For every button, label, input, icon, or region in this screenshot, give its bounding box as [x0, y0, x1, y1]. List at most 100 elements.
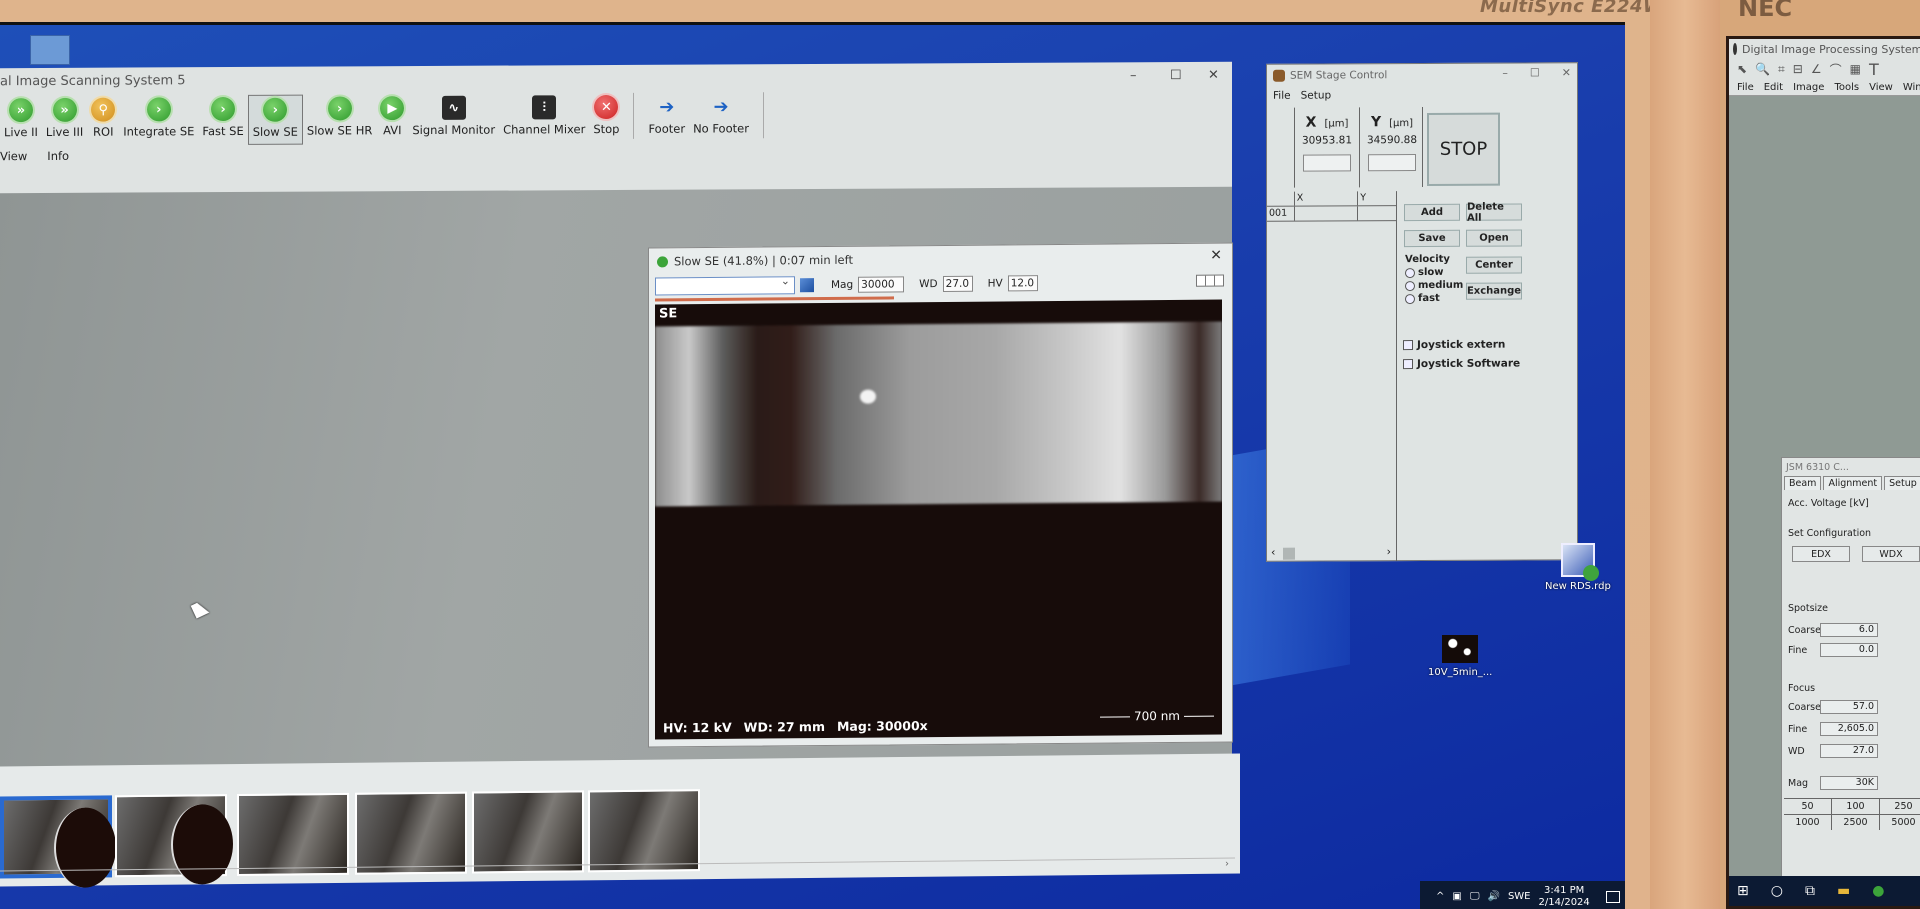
toolbar-button-channel-mixer[interactable]: ⫶ Channel Mixer — [499, 93, 589, 143]
menu-info[interactable]: Info — [47, 149, 69, 163]
app-running-icon[interactable]: ● — [1872, 883, 1884, 899]
edit-pen-icon[interactable] — [800, 278, 814, 293]
save-button[interactable]: Save — [1404, 229, 1460, 248]
network-icon[interactable]: 🖵 — [1470, 891, 1480, 902]
menu-setup[interactable]: Setup — [1301, 89, 1332, 101]
exchange-button[interactable]: Exchange — [1466, 282, 1522, 300]
mag-preset[interactable]: 1000 — [1784, 815, 1832, 830]
notification-icon[interactable] — [1605, 890, 1620, 903]
joystick-extern-checkbox[interactable]: Joystick extern — [1403, 339, 1505, 352]
mag-preset[interactable]: 2500 — [1832, 815, 1880, 830]
menu-window[interactable]: Wind — [1903, 82, 1920, 93]
text-tool-icon[interactable]: T — [1869, 60, 1879, 79]
clock[interactable]: 3:41 PM 2/14/2024 — [1539, 885, 1590, 909]
focus-fine-input[interactable]: 2,605.0 — [1820, 722, 1878, 736]
toolbar-button-live-ii[interactable]: » Live II — [0, 96, 42, 146]
image-tool-icon[interactable]: ▦ — [1850, 62, 1861, 76]
menu-edit[interactable]: Edit — [1764, 82, 1783, 93]
volume-icon[interactable]: 🔊 — [1487, 891, 1499, 902]
hv-input[interactable]: 12.0 — [1007, 275, 1038, 292]
delete-all-button[interactable]: Delete All — [1466, 201, 1522, 223]
tab-beam[interactable]: Beam — [1784, 476, 1822, 490]
thumbnail-4[interactable] — [355, 791, 467, 875]
mag-preset[interactable]: 250 — [1880, 799, 1920, 814]
close-icon[interactable]: ✕ — [1210, 248, 1222, 264]
scroll-thumb[interactable] — [1283, 547, 1295, 560]
menu-view[interactable]: View — [1869, 82, 1893, 93]
grid-scrollbar[interactable]: ‹ › — [1267, 545, 1397, 562]
y-input[interactable] — [1368, 154, 1416, 172]
joystick-software-checkbox[interactable]: Joystick Software — [1403, 357, 1520, 370]
mag-preset[interactable]: 100 — [1832, 799, 1880, 814]
toolbar-button-avi[interactable]: ▶ AVI — [376, 94, 408, 144]
spot-fine-input[interactable]: 0.0 — [1820, 643, 1878, 657]
meet-icon[interactable]: ▣ — [1452, 891, 1461, 902]
tab-alignment[interactable]: Alignment — [1823, 476, 1883, 490]
toolbar-button-fast-se[interactable]: › Fast SE — [198, 95, 247, 145]
mag-input[interactable]: 30000 — [858, 276, 905, 293]
focus-coarse-input[interactable]: 57.0 — [1820, 700, 1878, 714]
crop-tool-icon[interactable]: ⌗ — [1778, 62, 1785, 77]
wd-input[interactable]: 27.0 — [942, 275, 973, 292]
layout-toggle-icon[interactable] — [1196, 274, 1224, 287]
scroll-right-icon[interactable]: › — [1225, 859, 1229, 870]
velocity-slow-radio[interactable]: slow — [1405, 267, 1463, 278]
spot-coarse-input[interactable]: 6.0 — [1820, 623, 1878, 637]
task-view-icon[interactable]: ⧉ — [1805, 883, 1815, 899]
velocity-fast-radio[interactable]: fast — [1405, 293, 1463, 304]
mag-preset[interactable]: 50 — [1784, 799, 1832, 814]
desktop-icon-rdp[interactable]: New RDS.rdp — [1545, 543, 1611, 592]
minimize-button[interactable]: – — [1502, 67, 1508, 80]
toolbar-button-roi[interactable]: ⚲ ROI — [87, 96, 119, 146]
toolbar-button-live-iii[interactable]: » Live III — [42, 96, 87, 146]
mag-input[interactable]: 30K — [1820, 776, 1878, 790]
toolbar-button-no-footer[interactable]: ➔ No Footer — [689, 92, 753, 142]
scroll-right-icon[interactable]: › — [1387, 545, 1391, 558]
file-explorer-icon[interactable]: ▬ — [1837, 883, 1850, 899]
mag-preset[interactable]: 5000 — [1880, 815, 1920, 830]
menu-file[interactable]: File — [1273, 90, 1291, 102]
x-input[interactable] — [1303, 154, 1351, 172]
windows-start-icon[interactable]: ⊞ — [1737, 883, 1749, 899]
stop-button[interactable]: STOP — [1427, 112, 1500, 186]
zoom-tool-icon[interactable]: 🔍 — [1755, 62, 1770, 76]
center-button[interactable]: Center — [1466, 256, 1522, 274]
toolbar-button-slow-se-hr[interactable]: › Slow SE HR — [303, 94, 376, 144]
input-language[interactable]: SWE — [1508, 891, 1531, 902]
search-icon[interactable]: ○ — [1771, 883, 1783, 899]
thumbnail-6[interactable] — [588, 789, 700, 873]
close-button[interactable]: ✕ — [1208, 62, 1219, 90]
menu-view[interactable]: View — [0, 149, 27, 163]
thumbnail-3[interactable] — [237, 792, 349, 877]
thumbnail-5[interactable] — [472, 790, 584, 874]
menu-image[interactable]: Image — [1793, 82, 1824, 93]
edx-button[interactable]: EDX — [1792, 546, 1850, 562]
thumbnail-2[interactable] — [115, 794, 227, 878]
wd-input[interactable]: 27.0 — [1820, 744, 1878, 758]
measure-tool-icon[interactable]: ⊟ — [1793, 62, 1803, 76]
scroll-left-icon[interactable]: ‹ — [1271, 546, 1275, 559]
toolbar-button-slow-se[interactable]: › Slow SE — [247, 94, 303, 145]
close-button[interactable]: ✕ — [1562, 66, 1571, 79]
maximize-button[interactable]: ☐ — [1530, 66, 1540, 79]
desktop-app-icon[interactable] — [30, 35, 70, 65]
tab-setup[interactable]: Setup — [1884, 476, 1920, 490]
toolbar-button-footer[interactable]: ➔ Footer — [644, 93, 689, 143]
preset-dropdown[interactable] — [655, 276, 795, 296]
toolbar-button-integrate-se[interactable]: › Integrate SE — [119, 95, 198, 145]
tray-expand-icon[interactable]: ^ — [1436, 891, 1444, 902]
open-button[interactable]: Open — [1466, 229, 1522, 247]
velocity-medium-radio[interactable]: medium — [1405, 280, 1463, 291]
profile-tool-icon[interactable]: ⌒ — [1830, 61, 1842, 78]
menu-tools[interactable]: Tools — [1834, 82, 1859, 93]
toolbar-button-stop[interactable]: ✕ Stop — [589, 93, 623, 143]
select-tool-icon[interactable]: ⬉ — [1737, 62, 1747, 76]
desktop-icon-image[interactable]: 10V_5min_... — [1428, 635, 1492, 678]
angle-tool-icon[interactable]: ∠ — [1811, 62, 1822, 76]
wdx-button[interactable]: WDX — [1862, 546, 1920, 562]
add-button[interactable]: Add — [1404, 203, 1460, 222]
maximize-button[interactable]: ☐ — [1170, 62, 1182, 90]
thumbnail-1[interactable] — [0, 795, 112, 879]
minimize-button[interactable]: – — [1130, 62, 1137, 90]
toolbar-button-signal-monitor[interactable]: ∿ Signal Monitor — [408, 94, 499, 144]
